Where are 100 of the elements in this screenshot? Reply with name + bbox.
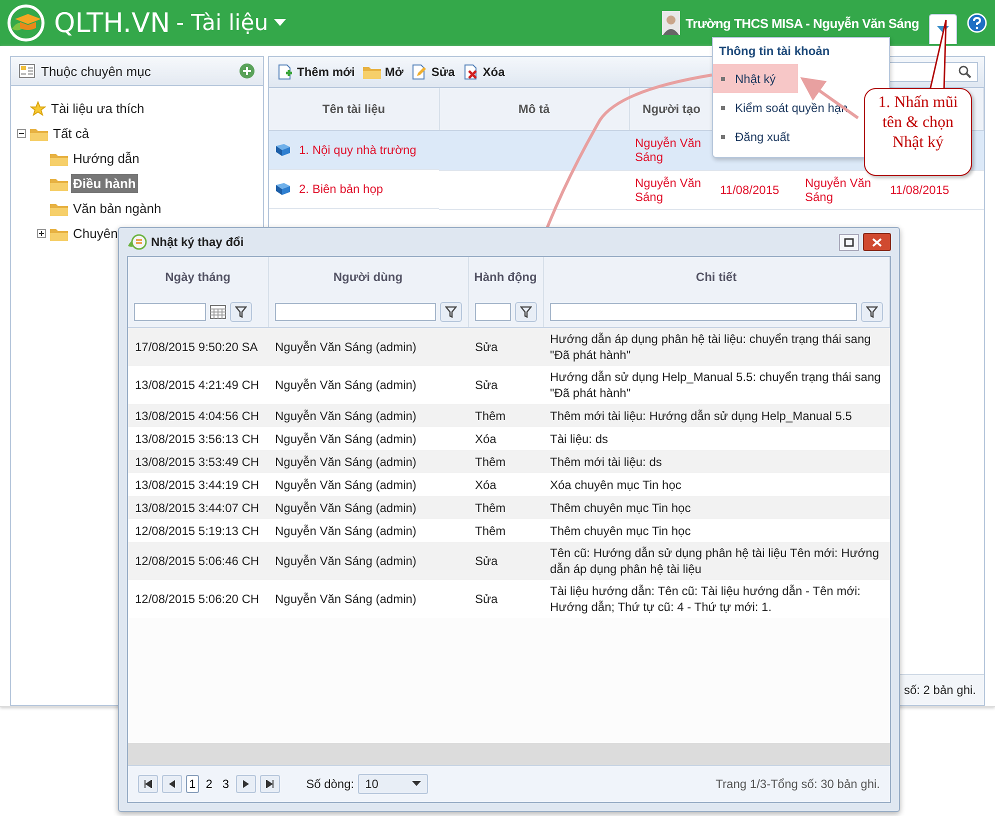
last-page-icon xyxy=(266,780,274,788)
table-cell: 17/08/2015 9:50:20 SA xyxy=(135,340,258,354)
next-page-button[interactable] xyxy=(236,775,256,793)
maximize-button[interactable] xyxy=(839,234,859,250)
category-icon xyxy=(19,64,35,78)
table-cell: 13/08/2015 3:44:19 CH xyxy=(135,478,260,492)
filter-icon xyxy=(235,306,247,318)
table-cell: Xóa xyxy=(475,478,496,492)
table-cell: Nguyễn Văn Sáng (admin) xyxy=(275,432,416,446)
tree-item[interactable]: Văn bản ngành xyxy=(71,199,164,218)
table-cell: Thêm mới tài liệu: Hướng dẫn sử dụng Help_Manual 5.5 xyxy=(550,408,852,422)
filter-field[interactable] xyxy=(274,303,436,321)
delete-icon xyxy=(462,64,479,80)
table-cell: 13/08/2015 3:44:07 CH xyxy=(135,500,260,514)
expand-toggle-icon[interactable] xyxy=(36,229,46,238)
filter-button[interactable] xyxy=(440,302,462,322)
column-header: Mô tả xyxy=(439,88,629,130)
table-cell: 12/08/2015 5:19:13 CH xyxy=(135,524,260,538)
filter-field[interactable] xyxy=(550,303,857,321)
table-cell: Tài liệu hướng dẫn: Tên cũ: Tài liệu hướng dẫn - Tên mới: Hướng dẫn; Thứ tự cũ: 4 - Thứ tự mới: 1. xyxy=(550,584,861,614)
dialog-title: Nhật ký thay đổi xyxy=(151,235,244,249)
table-cell: Xóa xyxy=(475,432,496,446)
toolbar-button[interactable]: Xóa xyxy=(462,64,505,80)
table-cell: Thêm xyxy=(475,454,506,468)
table-cell: Nguyễn Văn Sáng (admin) xyxy=(275,378,416,392)
page-button[interactable]: 1 xyxy=(186,775,199,793)
previous-page-button[interactable] xyxy=(162,775,182,793)
table-cell: 13/08/2015 3:53:49 CH xyxy=(135,454,260,468)
table-cell: Hướng dẫn sử dụng Help_Manual 5.5: chuyển trạng thái sang "Đã phát hành" xyxy=(550,370,881,400)
toolbar-button[interactable]: Mở xyxy=(362,65,404,79)
column-header: Ngày tháng xyxy=(128,257,268,297)
user-name: Trường THCS MISA - Nguyễn Văn Sáng xyxy=(686,16,919,30)
app-title: QLTH.VN xyxy=(54,8,170,38)
table-cell: Thêm xyxy=(475,500,506,514)
folder-icon xyxy=(50,202,68,216)
table-cell: Nguyễn Văn Sáng (admin) xyxy=(275,478,416,492)
avatar-icon xyxy=(662,11,680,35)
caret-icon xyxy=(412,781,422,787)
folder-icon xyxy=(30,126,48,140)
tree-item[interactable]: Tài liệu ưa thích xyxy=(49,99,146,118)
table-cell: Thêm chuyên mục Tin học xyxy=(550,524,691,538)
table-cell: 12/08/2015 5:06:46 CH xyxy=(135,554,260,568)
menu-item[interactable]: Nhật ký xyxy=(713,64,798,93)
caret-icon[interactable] xyxy=(274,19,286,27)
add-icon[interactable] xyxy=(239,63,255,79)
table-cell: Nguyễn Văn Sáng (admin) xyxy=(275,592,416,606)
filter-button[interactable] xyxy=(514,302,536,322)
panel-title: Thuộc chuyên mục xyxy=(41,64,152,78)
table-cell: 13/08/2015 3:56:13 CH xyxy=(135,432,260,446)
document-name[interactable]: 2. Biên bản họp xyxy=(299,182,384,196)
table-cell: Nguyễn Văn Sáng xyxy=(635,136,702,164)
table-cell: 11/08/2015 xyxy=(720,182,780,196)
filter-button[interactable] xyxy=(230,302,252,322)
folder-icon xyxy=(362,65,381,79)
table-cell: Sửa xyxy=(475,340,498,354)
first-page-button[interactable] xyxy=(138,775,158,793)
table-cell: Nguyễn Văn Sáng xyxy=(805,176,872,204)
table-cell: Tên cũ: Hướng dẫn sử dụng phân hệ tài liệu Tên mới: Hướng dẫn áp dụng phân hệ tài liệu xyxy=(550,546,879,576)
folder-icon xyxy=(50,152,68,166)
star-icon xyxy=(30,100,46,116)
tree-item[interactable]: Điều hành xyxy=(71,174,138,193)
close-button[interactable] xyxy=(863,233,891,251)
table-cell: Thêm chuyên mục Tin học xyxy=(550,500,691,514)
table-cell: Nguyễn Văn Sáng xyxy=(635,176,702,204)
table-cell: Nguyễn Văn Sáng (admin) xyxy=(275,408,416,422)
help-icon[interactable] xyxy=(967,13,987,33)
page-button[interactable]: 2 xyxy=(202,775,216,793)
toolbar-button[interactable]: Sửa xyxy=(411,64,455,80)
last-page-button[interactable] xyxy=(260,775,280,793)
filter-button[interactable] xyxy=(861,302,883,322)
calendar-icon[interactable] xyxy=(210,305,226,319)
toolbar-button[interactable]: Thêm mới xyxy=(277,64,355,80)
filter-icon xyxy=(444,306,456,318)
table-cell: Nguyễn Văn Sáng (admin) xyxy=(275,340,416,354)
filter-field[interactable] xyxy=(134,303,206,321)
tree-item[interactable]: Hướng dẫn xyxy=(71,149,142,168)
maximize-icon xyxy=(844,238,854,246)
table-cell: Sửa xyxy=(475,554,498,568)
table-cell: 13/08/2015 4:04:56 CH xyxy=(135,408,260,422)
column-header: Người dùng xyxy=(268,257,468,297)
rows-label: Số dòng: xyxy=(306,777,354,791)
table-cell: Nguyễn Văn Sáng (admin) xyxy=(275,554,416,568)
menu-heading: Thông tin tài khoản xyxy=(718,43,831,60)
page-button[interactable]: 3 xyxy=(219,775,232,793)
tree-item[interactable]: Tất cả xyxy=(51,124,92,143)
table-cell: Thêm xyxy=(475,408,506,422)
filter-field[interactable] xyxy=(474,303,510,321)
close-icon xyxy=(872,238,882,246)
collapse-toggle-icon[interactable] xyxy=(16,129,26,138)
rows-per-page-dropdown[interactable]: 10 xyxy=(358,774,428,794)
column-header: Chi tiết xyxy=(543,257,890,297)
table-cell: Nguyễn Văn Sáng (admin) xyxy=(275,500,416,514)
tree-item[interactable]: Chuyên xyxy=(71,224,120,243)
table-cell: Hướng dẫn áp dụng phân hệ tài liệu: chuyển trạng thái sang "Đã phát hành" xyxy=(550,332,871,362)
add-document-icon xyxy=(277,64,293,80)
table-cell: 11/08/2015 xyxy=(890,182,950,196)
table-cell: 12/08/2015 5:06:20 CH xyxy=(135,592,260,606)
previous-icon xyxy=(169,780,175,788)
folder-icon xyxy=(50,176,68,190)
column-header: Hành động xyxy=(468,257,543,297)
